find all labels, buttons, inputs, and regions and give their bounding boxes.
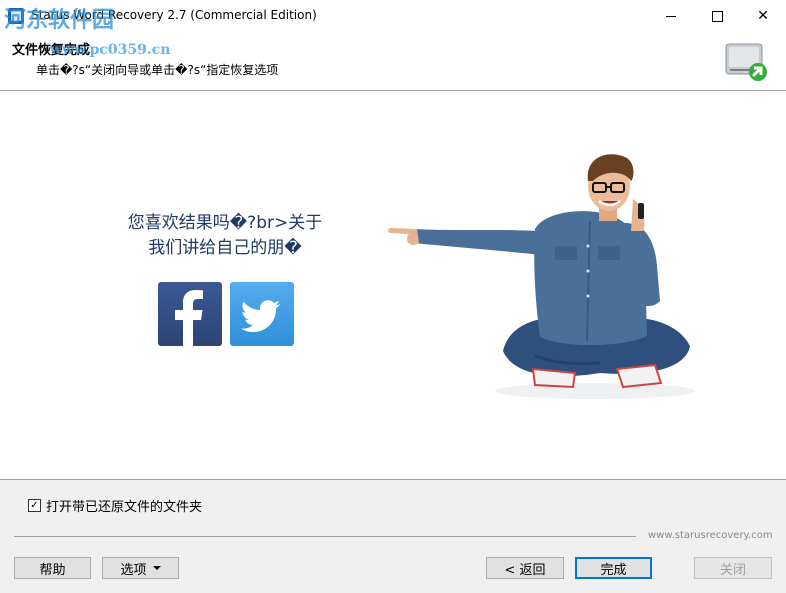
maximize-icon: [711, 10, 723, 22]
chevron-down-icon: [152, 566, 161, 570]
wizard-header: 文件恢复完成 单击�?s“关闭向导或单击�?s“指定恢复选项: [0, 32, 786, 91]
facebook-button[interactable]: [158, 282, 222, 346]
question-line-2: 我们讲给自己的朋�: [148, 238, 302, 258]
twitter-button[interactable]: [230, 282, 294, 346]
help-button[interactable]: 帮助: [14, 557, 91, 579]
main-panel: 您喜欢结果吗�?br>关于 我们讲给自己的朋�: [0, 91, 786, 480]
open-folder-checkbox-row[interactable]: ✓ 打开带已还原文件的文件夹: [28, 496, 202, 515]
header-subtitle: 单击�?s“关闭向导或单击�?s“指定恢复选项: [36, 63, 279, 77]
close-icon: ✕: [757, 8, 769, 24]
footer-separator: [14, 536, 636, 537]
question-line-1: 您喜欢结果吗�?br>关于: [127, 213, 323, 233]
minimize-icon: [666, 15, 676, 17]
minimize-button[interactable]: [648, 0, 694, 32]
twitter-icon: [241, 300, 281, 333]
share-question: 您喜欢结果吗�?br>关于 我们讲给自己的朋�: [100, 211, 350, 261]
open-folder-checkbox[interactable]: ✓: [28, 499, 41, 512]
watermark-url: www.pc0359.cn: [50, 42, 171, 58]
title-bar: Starus Word Recovery 2.7 (Commercial Edi…: [0, 0, 786, 32]
options-button-label: 选项: [120, 562, 147, 578]
options-button[interactable]: 选项: [102, 557, 179, 579]
finish-button[interactable]: 完成: [575, 557, 652, 579]
facebook-icon: [175, 290, 203, 346]
open-folder-checkbox-label[interactable]: 打开带已还原文件的文件夹: [46, 496, 202, 515]
watermark-logo: 河东软件园: [4, 7, 115, 33]
website-link[interactable]: www.starusrecovery.com: [648, 530, 773, 541]
close-button[interactable]: 关闭: [694, 557, 772, 579]
pointing-man-image: [388, 154, 695, 399]
close-window-button[interactable]: ✕: [740, 0, 786, 32]
drive-restore-icon: [725, 43, 767, 81]
maximize-button[interactable]: [694, 0, 740, 32]
back-button[interactable]: < 返回: [486, 557, 564, 579]
